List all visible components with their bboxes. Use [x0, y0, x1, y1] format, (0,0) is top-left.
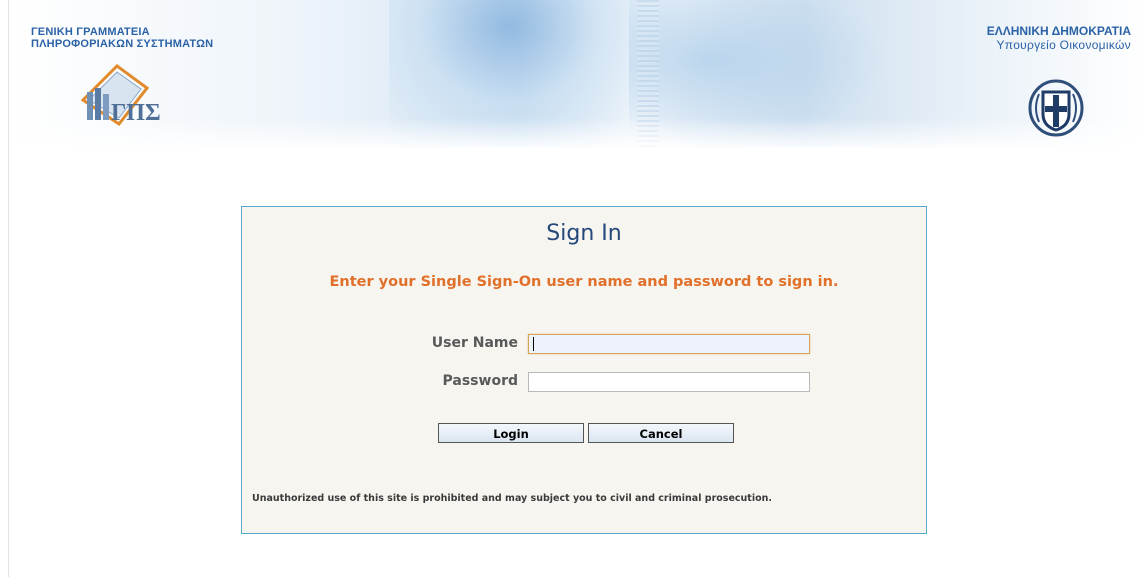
gov-title: ΕΛΛΗΝΙΚΗ ΔΗΜΟΚΡΑΤΙΑ Υπουργείο Οικονομικώ… — [987, 24, 1131, 52]
password-label: Password — [442, 373, 518, 389]
page: ΓΕΝΙΚΗ ΓΡΑΜΜΑΤΕΙΑ ΠΛΗΡΟΦΟΡΙΑΚΩΝ ΣΥΣΤΗΜΑΤ… — [8, 0, 1144, 577]
login-button[interactable]: Login — [438, 423, 584, 443]
gsis-logo-icon: ΓΠΣ — [80, 64, 161, 127]
svg-text:ΓΠΣ: ΓΠΣ — [111, 100, 161, 126]
gov-title-line1: ΕΛΛΗΝΙΚΗ ΔΗΜΟΚΡΑΤΙΑ — [986, 24, 1131, 38]
password-input[interactable] — [528, 372, 810, 392]
greek-emblem-icon — [1028, 79, 1084, 137]
signin-instruction: Enter your Single Sign-On user name and … — [329, 274, 839, 290]
gsis-title: ΓΕΝΙΚΗ ΓΡΑΜΜΑΤΕΙΑ ΠΛΗΡΟΦΟΡΙΑΚΩΝ ΣΥΣΤΗΜΑΤ… — [31, 26, 213, 50]
signin-title: Sign In — [546, 221, 622, 246]
signin-panel: Sign In Enter your Single Sign-On user n… — [241, 206, 927, 534]
text-cursor — [533, 337, 534, 351]
gov-title-line2: Υπουργείο Οικονομικών — [996, 38, 1131, 52]
header-banner: ΓΕΝΙΚΗ ΓΡΑΜΜΑΤΕΙΑ ΠΛΗΡΟΦΟΡΙΑΚΩΝ ΣΥΣΤΗΜΑΤ… — [9, 0, 1144, 148]
username-input[interactable] — [528, 334, 810, 354]
disclaimer-text: Unauthorized use of this site is prohibi… — [252, 493, 772, 504]
gsis-title-line1: ΓΕΝΙΚΗ ΓΡΑΜΜΑΤΕΙΑ — [31, 26, 150, 38]
banner-fade — [9, 118, 1144, 148]
username-label: User Name — [431, 335, 518, 351]
cancel-button[interactable]: Cancel — [588, 423, 734, 443]
gsis-title-line2: ΠΛΗΡΟΦΟΡΙΑΚΩΝ ΣΥΣΤΗΜΑΤΩΝ — [31, 38, 214, 50]
